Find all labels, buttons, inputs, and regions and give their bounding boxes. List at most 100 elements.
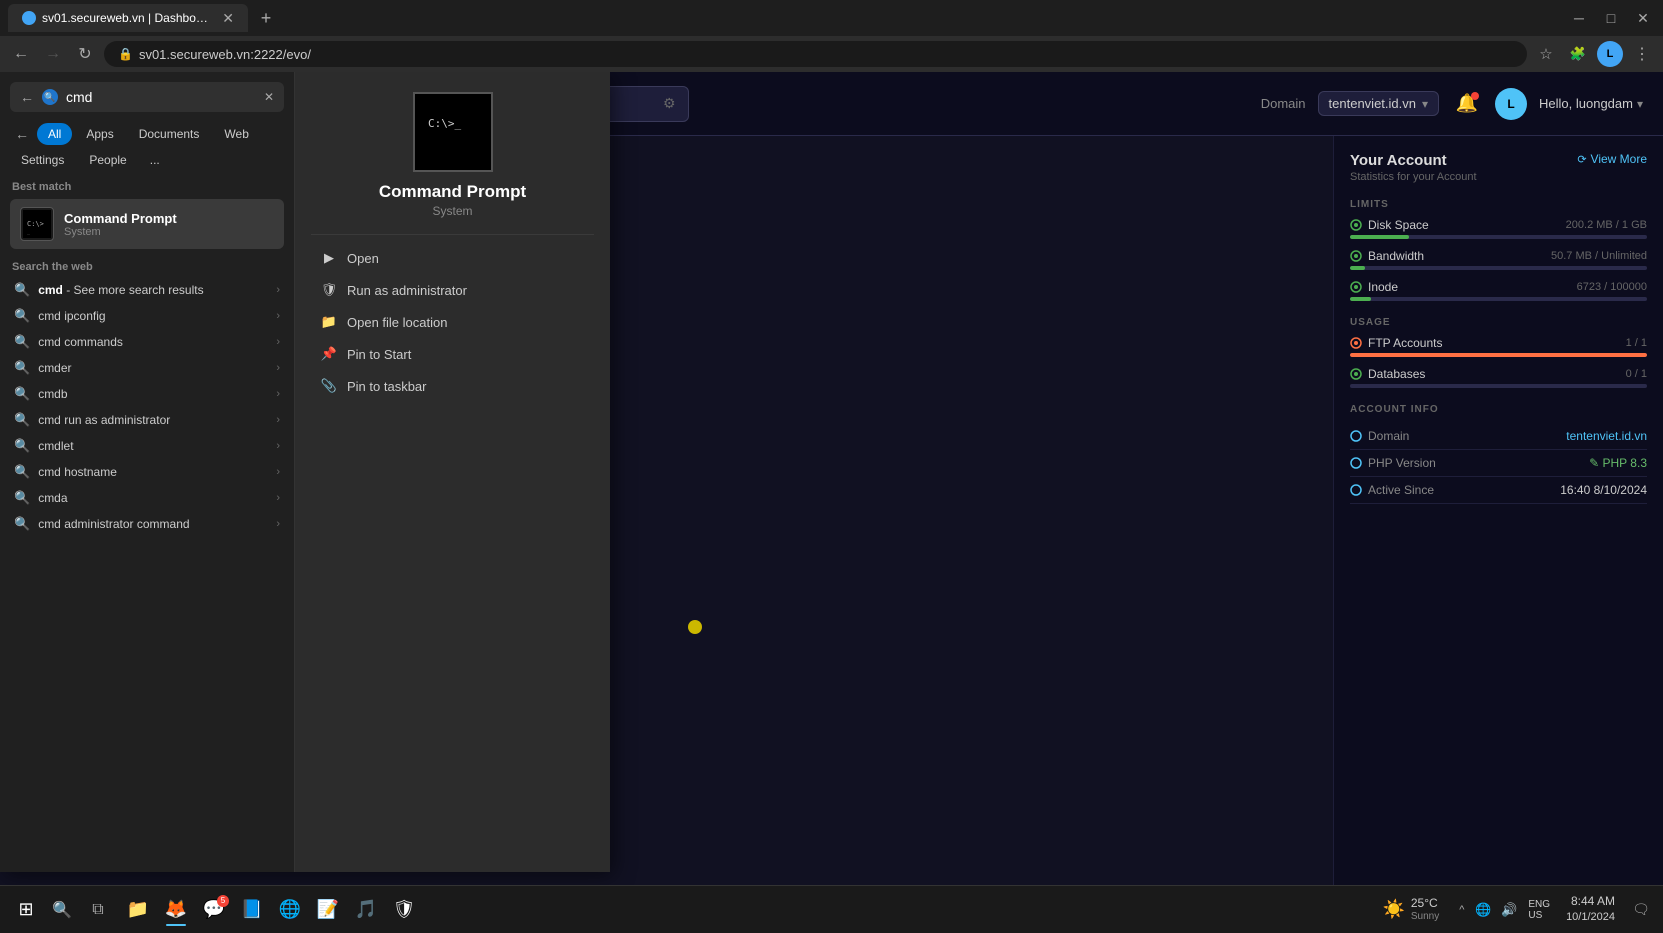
- extensions-button[interactable]: 🧩: [1565, 41, 1591, 67]
- web-result-4[interactable]: 🔍 cmdb ›: [10, 381, 284, 407]
- web-result-arrow-5: ›: [276, 414, 280, 426]
- taskbar-app-extra2[interactable]: 🛡: [386, 892, 422, 928]
- web-result-6[interactable]: 🔍 cmdlet ›: [10, 433, 284, 459]
- maximize-button[interactable]: □: [1599, 6, 1623, 30]
- search-back-btn[interactable]: ←: [20, 89, 34, 105]
- taskbar-app-explorer[interactable]: 📁: [120, 892, 156, 928]
- da-domain-name: tentenviet.id.vn: [1329, 96, 1416, 111]
- profile-button[interactable]: L: [1597, 41, 1623, 67]
- search-left-panel: ← 🔍 ✕ ← All Apps Documents Web Settings …: [0, 72, 295, 872]
- back-button[interactable]: ←: [8, 41, 34, 67]
- taskbar-app-onenote[interactable]: 📘: [234, 892, 270, 928]
- bandwidth-fill: [1350, 266, 1365, 270]
- tray-expand[interactable]: ^: [1455, 904, 1468, 916]
- php-info-icon: [1350, 457, 1362, 469]
- taskbar-app-chrome[interactable]: 🌐: [272, 892, 308, 928]
- search-tab-apps[interactable]: Apps: [75, 123, 124, 145]
- web-result-1[interactable]: 🔍 cmd ipconfig ›: [10, 303, 284, 329]
- menu-button[interactable]: ⋮: [1629, 41, 1655, 67]
- cmd-action-pin-taskbar[interactable]: 📎 Pin to taskbar: [311, 371, 594, 401]
- admin-label: Run as administrator: [347, 283, 467, 298]
- web-result-arrow-0: ›: [276, 284, 280, 296]
- web-result-icon-1: 🔍: [14, 308, 30, 324]
- forward-button[interactable]: →: [40, 41, 66, 67]
- web-result-text-1: cmd ipconfig: [38, 309, 268, 323]
- web-result-text-8: cmda: [38, 491, 268, 505]
- search-tab-more[interactable]: ...: [141, 149, 169, 171]
- taskbar-date: 10/1/2024: [1566, 910, 1615, 925]
- search-tab-web[interactable]: Web: [213, 123, 259, 145]
- ftp-value: 1 / 1: [1626, 337, 1647, 349]
- web-result-9[interactable]: 🔍 cmd administrator command ›: [10, 511, 284, 537]
- cmd-action-open[interactable]: ▶ Open: [311, 243, 594, 273]
- search-tab-all[interactable]: All: [37, 123, 72, 145]
- pin-start-icon: 📌: [321, 346, 337, 362]
- da-bell-badge: [1471, 92, 1479, 100]
- taskbar-weather[interactable]: ☀️ 25°C Sunny: [1374, 896, 1447, 922]
- ftp-fill: [1350, 353, 1647, 357]
- tray-volume[interactable]: 🔊: [1498, 899, 1520, 921]
- taskbar-app-chat[interactable]: 💬 5: [196, 892, 232, 928]
- tray-keyboard[interactable]: ENGUS: [1524, 899, 1554, 921]
- close-button[interactable]: ✕: [1631, 6, 1655, 30]
- new-tab-button[interactable]: +: [252, 4, 280, 32]
- da-user-greeting[interactable]: Hello, luongdam ▾: [1539, 96, 1643, 111]
- web-result-5[interactable]: 🔍 cmd run as administrator ›: [10, 407, 284, 433]
- web-result-arrow-6: ›: [276, 440, 280, 452]
- bandwidth-icon: [1350, 250, 1362, 262]
- search-clear-icon[interactable]: ✕: [264, 90, 274, 104]
- search-text-input[interactable]: [66, 89, 256, 105]
- search-tab-settings[interactable]: Settings: [10, 149, 75, 171]
- web-result-text-0: cmd - See more search results: [38, 283, 268, 297]
- taskbar-task-view[interactable]: ⧉: [80, 892, 116, 928]
- web-result-3[interactable]: 🔍 cmder ›: [10, 355, 284, 381]
- cmd-action-admin[interactable]: 🛡 Run as administrator: [311, 275, 594, 305]
- best-match-sub: System: [64, 226, 177, 238]
- tab-title: sv01.secureweb.vn | Dashboard: [42, 11, 212, 25]
- tab-close-icon[interactable]: ✕: [222, 10, 234, 27]
- start-button[interactable]: ⊞: [8, 892, 44, 928]
- web-result-text-7: cmd hostname: [38, 465, 268, 479]
- cmd-best-match-icon: C:\> _: [20, 207, 54, 241]
- taskbar-search-button[interactable]: 🔍: [44, 892, 80, 928]
- cmd-action-pin-start[interactable]: 📌 Pin to Start: [311, 339, 594, 369]
- best-match-item[interactable]: C:\> _ Command Prompt System: [10, 199, 284, 249]
- view-more-icon: ⟳: [1577, 153, 1586, 166]
- refresh-button[interactable]: ↻: [72, 41, 98, 67]
- web-result-0[interactable]: 🔍 cmd - See more search results ›: [10, 277, 284, 303]
- inode-row: Inode 6723 / 100000: [1350, 280, 1647, 301]
- taskbar-app-firefox[interactable]: 🦊: [158, 892, 194, 928]
- bookmark-button[interactable]: ☆: [1533, 41, 1559, 67]
- search-tab-people[interactable]: People: [78, 149, 137, 171]
- taskbar: ⊞ 🔍 ⧉ 📁 🦊 💬 5 📘 🌐 📝 🎵 🛡 ☀️ 25°C Sunny ^: [0, 885, 1663, 933]
- da-domain-selector[interactable]: tentenviet.id.vn ▾: [1318, 91, 1439, 116]
- taskbar-app-word[interactable]: 📝: [310, 892, 346, 928]
- tray-network[interactable]: 🌐: [1472, 899, 1494, 921]
- address-bar[interactable]: 🔒 sv01.secureweb.vn:2222/evo/: [104, 41, 1527, 67]
- web-result-8[interactable]: 🔍 cmda ›: [10, 485, 284, 511]
- search-tab-documents[interactable]: Documents: [128, 123, 211, 145]
- web-result-2[interactable]: 🔍 cmd commands ›: [10, 329, 284, 355]
- web-result-text-5: cmd run as administrator: [38, 413, 268, 427]
- browser-chrome: sv01.secureweb.vn | Dashboard ✕ + ─ □ ✕ …: [0, 0, 1663, 72]
- minimize-button[interactable]: ─: [1567, 6, 1591, 30]
- inode-bar: [1350, 297, 1647, 301]
- da-search-settings-icon[interactable]: ⚙: [663, 95, 676, 112]
- taskbar-notifications[interactable]: 🗨: [1627, 896, 1655, 924]
- taskbar-clock[interactable]: 8:44 AM 10/1/2024: [1562, 893, 1619, 925]
- web-result-7[interactable]: 🔍 cmd hostname ›: [10, 459, 284, 485]
- da-avatar[interactable]: L: [1495, 88, 1527, 120]
- active-tab[interactable]: sv01.secureweb.vn | Dashboard ✕: [8, 4, 248, 32]
- tab-back-btn[interactable]: ←: [10, 122, 34, 146]
- taskbar-app-extra1[interactable]: 🎵: [348, 892, 384, 928]
- web-result-arrow-3: ›: [276, 362, 280, 374]
- da-sidebar-right: Your Account Statistics for your Account…: [1333, 136, 1663, 933]
- cmd-action-file-location[interactable]: 📁 Open file location: [311, 307, 594, 337]
- ftp-bar: [1350, 353, 1647, 357]
- tab-favicon: [22, 11, 36, 25]
- account-info-title: ACCOUNT INFO: [1350, 404, 1647, 415]
- best-match-label: Best match: [10, 181, 284, 193]
- view-more-button[interactable]: ⟳ View More: [1577, 152, 1647, 166]
- disk-fill: [1350, 235, 1409, 239]
- da-bell-button[interactable]: 🔔: [1451, 88, 1483, 120]
